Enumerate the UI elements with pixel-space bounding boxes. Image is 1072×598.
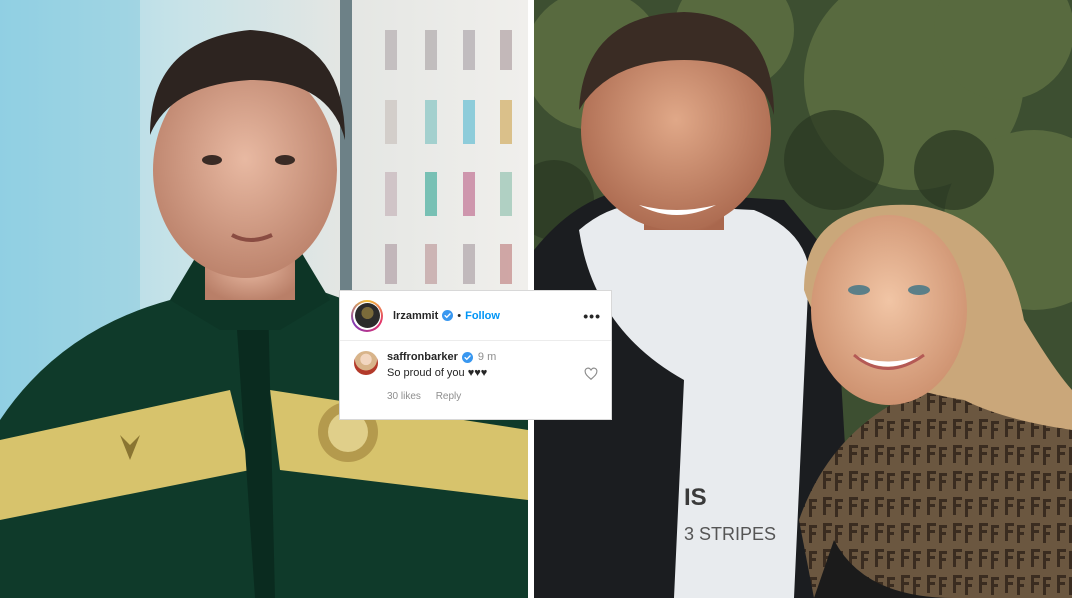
comment-meta: 30 likes Reply bbox=[387, 391, 601, 402]
author-avatar[interactable] bbox=[351, 299, 383, 332]
verified-badge-icon bbox=[461, 351, 473, 363]
more-horizontal-icon[interactable]: ••• bbox=[583, 309, 601, 323]
commenter-username[interactable]: saffronbarker bbox=[387, 351, 458, 363]
verified-badge-icon bbox=[442, 310, 454, 321]
dot-separator: • bbox=[457, 309, 462, 322]
photo-couple-selfie: IS 3 STRIPES bbox=[534, 0, 1072, 598]
comment-item: saffronbarker 9 m So proud of you ♥♥♥ 30… bbox=[340, 341, 611, 402]
follow-button[interactable]: Follow bbox=[465, 310, 500, 322]
author-avatar-image bbox=[354, 303, 380, 328]
reply-button[interactable]: Reply bbox=[436, 391, 462, 402]
hoodie-print-line: 3 STRIPES bbox=[684, 524, 776, 544]
post-author-header: lrzammit • Follow ••• bbox=[340, 291, 611, 341]
comment-likes-count[interactable]: 30 likes bbox=[387, 391, 421, 402]
comment-timestamp: 9 m bbox=[477, 351, 497, 363]
commenter-avatar[interactable] bbox=[354, 351, 378, 375]
author-username[interactable]: lrzammit bbox=[393, 310, 438, 322]
comment-text: So proud of you ♥♥♥ bbox=[387, 367, 488, 379]
instagram-comment-card: lrzammit • Follow ••• saffronbarker 9 m … bbox=[339, 290, 612, 420]
heart-outline-icon[interactable] bbox=[584, 367, 598, 381]
hoodie-print: IS bbox=[684, 484, 707, 511]
couple-photo-illustration: IS 3 STRIPES bbox=[534, 0, 1072, 598]
